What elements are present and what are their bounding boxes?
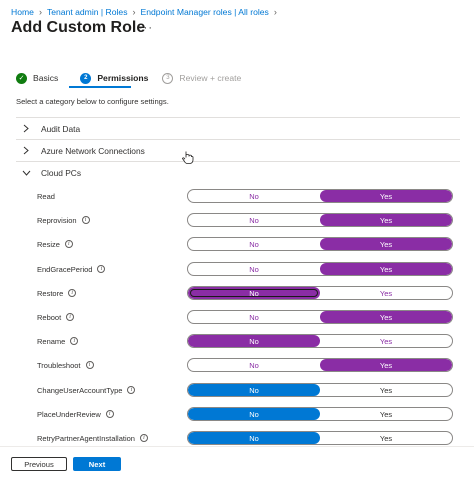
permission-name: Troubleshoot	[37, 360, 81, 370]
info-icon[interactable]: i	[97, 265, 106, 273]
step-basics[interactable]: ✓ Basics	[16, 70, 58, 86]
permission-toggle-resize[interactable]: No Yes	[187, 237, 453, 251]
toggle-option-yes[interactable]: Yes	[320, 359, 452, 371]
step-number-badge: 3	[162, 72, 174, 84]
chevron-right-icon: ›	[38, 7, 42, 17]
breadcrumb-home[interactable]: Home	[11, 7, 34, 17]
step-number-badge: 2	[80, 72, 92, 84]
toggle-option-yes[interactable]: Yes	[320, 238, 452, 250]
info-icon[interactable]: i	[81, 216, 90, 224]
step-label: Permissions	[97, 73, 149, 83]
wizard-steps: ✓ Basics 2 Permissions 3 Review + create	[16, 70, 241, 86]
permission-label-resize: Resize i	[37, 237, 73, 251]
toggle-option-no[interactable]: No	[188, 263, 320, 275]
permission-name: Reboot	[37, 312, 62, 322]
toggle-option-no[interactable]: No	[188, 190, 320, 202]
chevron-right-icon: ›	[273, 7, 277, 17]
ellipsis-icon[interactable]: ···	[139, 22, 153, 34]
footer-divider	[0, 446, 474, 447]
permission-name: Rename	[37, 336, 66, 346]
category-audit-data[interactable]: Audit Data	[16, 117, 460, 139]
chevron-right-icon: ›	[132, 7, 136, 17]
permission-name: PlaceUnderReview	[37, 409, 101, 419]
chevron-right-icon	[21, 146, 31, 156]
permission-name: RetryPartnerAgentInstallation	[37, 433, 135, 443]
toggle-option-yes[interactable]: Yes	[320, 311, 452, 323]
permission-label-endgraceperiod: EndGracePeriod i	[37, 262, 106, 276]
toggle-option-yes[interactable]: Yes	[320, 408, 452, 420]
toggle-option-yes[interactable]: Yes	[320, 190, 452, 202]
page-title: Add Custom Role	[11, 19, 146, 36]
permission-label-reprovision: Reprovision i	[37, 213, 90, 227]
toggle-option-no[interactable]: No	[188, 335, 320, 347]
step-label: Basics	[33, 73, 59, 83]
toggle-option-no[interactable]: No	[188, 287, 320, 299]
step-review-create[interactable]: 3 Review + create	[162, 70, 241, 86]
permission-toggle-retrypartneragentinstallation[interactable]: No Yes	[187, 431, 453, 445]
info-icon[interactable]: i	[105, 410, 114, 418]
breadcrumb-tenant-admin-roles[interactable]: Tenant admin | Roles	[47, 7, 128, 17]
info-icon[interactable]: i	[68, 289, 77, 297]
toggle-option-yes[interactable]: Yes	[320, 432, 452, 444]
toggle-option-no[interactable]: No	[188, 359, 320, 371]
breadcrumb-endpoint-manager-roles[interactable]: Endpoint Manager roles | All roles	[141, 7, 269, 17]
hand-cursor-icon	[182, 151, 194, 164]
active-step-indicator	[69, 86, 131, 88]
checkmark-icon: ✓	[16, 72, 27, 84]
category-label: Cloud PCs	[41, 167, 82, 178]
category-cloud-pcs[interactable]: Cloud PCs	[16, 161, 460, 183]
toggle-option-no[interactable]: No	[188, 238, 320, 250]
permission-label-changeuseraccounttype: ChangeUserAccountType i	[37, 383, 136, 397]
permission-label-read: Read	[37, 189, 55, 203]
permission-label-placeunderreview: PlaceUnderReview i	[37, 407, 114, 421]
info-icon[interactable]: i	[127, 386, 136, 394]
permission-name: EndGracePeriod	[37, 264, 93, 274]
chevron-right-icon	[21, 124, 31, 134]
permission-label-restore: Restore i	[37, 286, 77, 300]
permission-label-troubleshoot: Troubleshoot i	[37, 358, 94, 372]
permission-name: Read	[37, 191, 55, 201]
next-button[interactable]: Next	[73, 457, 121, 471]
toggle-option-no[interactable]: No	[188, 311, 320, 323]
step-permissions[interactable]: 2 Permissions	[80, 70, 148, 86]
permission-toggle-troubleshoot[interactable]: No Yes	[187, 358, 453, 372]
permission-name: Reprovision	[37, 215, 77, 225]
info-icon[interactable]: i	[64, 240, 73, 248]
toggle-option-no[interactable]: No	[188, 408, 320, 420]
toggle-option-yes[interactable]: Yes	[320, 335, 452, 347]
permission-toggle-placeunderreview[interactable]: No Yes	[187, 407, 453, 421]
permission-toggle-endgraceperiod[interactable]: No Yes	[187, 262, 453, 276]
info-icon[interactable]: i	[70, 337, 79, 345]
info-icon[interactable]: i	[139, 434, 148, 442]
permission-toggle-reprovision[interactable]: No Yes	[187, 213, 453, 227]
breadcrumb: Home › Tenant admin | Roles › Endpoint M…	[11, 5, 282, 19]
permission-toggle-read[interactable]: No Yes	[187, 189, 453, 203]
toggle-option-yes[interactable]: Yes	[320, 384, 452, 396]
toggle-option-yes[interactable]: Yes	[320, 287, 452, 299]
info-icon[interactable]: i	[85, 361, 94, 369]
permission-toggle-reboot[interactable]: No Yes	[187, 310, 453, 324]
toggle-option-yes[interactable]: Yes	[320, 263, 452, 275]
info-icon[interactable]: i	[66, 313, 75, 321]
category-azure-network-connections[interactable]: Azure Network Connections	[16, 139, 460, 161]
toggle-option-yes[interactable]: Yes	[320, 214, 452, 226]
permission-name: Restore	[37, 288, 64, 298]
instructions-text: Select a category below to configure set…	[16, 97, 169, 106]
permission-toggle-changeuseraccounttype[interactable]: No Yes	[187, 383, 453, 397]
category-label: Azure Network Connections	[41, 145, 145, 156]
permission-name: Resize	[37, 239, 60, 249]
permission-toggle-restore[interactable]: No Yes	[187, 286, 453, 300]
previous-button[interactable]: Previous	[11, 457, 67, 471]
step-label: Review + create	[179, 73, 242, 83]
chevron-down-icon	[21, 168, 31, 178]
permission-label-retrypartneragentinstallation: RetryPartnerAgentInstallation i	[37, 431, 148, 445]
permission-label-reboot: Reboot i	[37, 310, 75, 324]
category-label: Audit Data	[41, 123, 81, 134]
permission-label-rename: Rename i	[37, 334, 79, 348]
toggle-option-no[interactable]: No	[188, 384, 320, 396]
permission-name: ChangeUserAccountType	[37, 385, 123, 395]
toggle-option-no[interactable]: No	[188, 214, 320, 226]
permission-toggle-rename[interactable]: No Yes	[187, 334, 453, 348]
toggle-option-no[interactable]: No	[188, 432, 320, 444]
